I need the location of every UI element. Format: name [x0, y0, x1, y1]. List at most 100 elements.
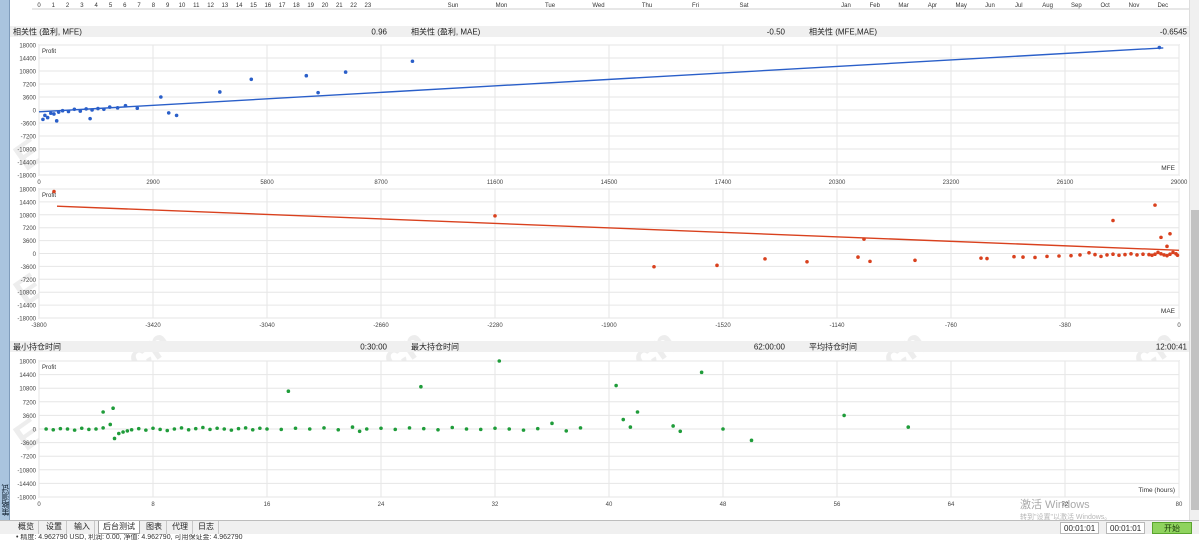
- month-tick-label: Nov: [1129, 3, 1140, 9]
- tab-backtest[interactable]: 后台测试: [98, 521, 140, 534]
- data-point: [1159, 235, 1163, 240]
- y-tick-label: -18000: [17, 317, 36, 323]
- data-point: [52, 189, 56, 194]
- data-point: [410, 59, 415, 64]
- data-point: [364, 427, 369, 431]
- x-tick-label: -2280: [487, 323, 503, 329]
- row-background: [10, 26, 1189, 37]
- data-point: [450, 425, 455, 430]
- x-tick-label: 56: [834, 502, 841, 508]
- y-tick-label: 18000: [19, 188, 36, 194]
- stat-label: 最大持仓时间: [411, 342, 459, 352]
- y-tick-label: -14400: [17, 482, 36, 488]
- data-point: [87, 427, 91, 432]
- x-tick-label: 14500: [601, 180, 618, 186]
- scrollbar-thumb[interactable]: [1191, 210, 1199, 510]
- hour-tick-label: 21: [336, 3, 343, 9]
- data-point: [393, 427, 398, 432]
- y-tick-label: -10800: [17, 291, 36, 297]
- data-point: [628, 425, 633, 429]
- data-point: [419, 384, 423, 389]
- data-point: [65, 427, 70, 431]
- tab-inputs[interactable]: 输入: [70, 521, 95, 534]
- y-tick-label: -14400: [17, 161, 36, 167]
- x-axis-label: MFE: [1161, 165, 1175, 172]
- data-point: [1129, 252, 1133, 256]
- x-tick-label: 16: [264, 502, 271, 508]
- data-point: [48, 111, 53, 116]
- tab-journal[interactable]: 日志: [194, 521, 219, 534]
- data-point: [66, 109, 71, 114]
- tab-overview[interactable]: 概览: [14, 521, 39, 534]
- x-tick-label: 48: [720, 502, 727, 508]
- x-tick-label: 0: [1177, 323, 1181, 329]
- data-point: [56, 110, 61, 114]
- data-point: [229, 428, 234, 432]
- data-point: [763, 257, 767, 261]
- vertical-scrollbar[interactable]: [1189, 0, 1199, 520]
- data-point: [464, 427, 469, 431]
- data-point: [1087, 250, 1091, 255]
- x-tick-label: 29000: [1171, 180, 1188, 186]
- elapsed-time: 00:01:01: [1060, 522, 1100, 534]
- x-tick-label: -2660: [373, 323, 389, 329]
- correlation-row: 相关性 (盈利, MFE) 0.96 相关性 (盈利, MAE) -0.50 相关性 (…: [10, 26, 1189, 37]
- data-point: [101, 410, 105, 414]
- data-point: [218, 90, 222, 94]
- data-point: [1012, 254, 1016, 259]
- holding-time-row: 最小持仓时间 0:30:00 最大持仓时间 62:00:00 平均持仓时间 12:00:4…: [10, 341, 1189, 352]
- y-tick-label: -3600: [21, 122, 37, 128]
- data-point: [208, 427, 212, 432]
- y-tick-label: 14400: [19, 200, 36, 206]
- tab-settings[interactable]: 设置: [42, 521, 67, 534]
- data-point: [1111, 252, 1115, 257]
- data-point: [123, 103, 128, 108]
- data-point: [94, 427, 98, 431]
- hour-tick-label: 8: [152, 3, 156, 9]
- data-point: [88, 116, 92, 121]
- data-point: [550, 421, 554, 426]
- data-point: [108, 422, 113, 427]
- hour-tick-label: 1: [52, 3, 56, 9]
- x-tick-label: -1520: [715, 323, 731, 329]
- stat-label: 相关性 (盈利, MFE): [13, 27, 82, 37]
- data-point: [78, 109, 83, 113]
- weekday-tick-label: Mon: [496, 3, 508, 9]
- data-point: [985, 256, 989, 261]
- month-tick-label: Oct: [1101, 3, 1111, 9]
- x-tick-label: 0: [37, 180, 41, 186]
- y-tick-label: 18000: [19, 44, 36, 50]
- data-point: [578, 426, 583, 430]
- y-tick-label: -7200: [21, 135, 37, 141]
- hour-tick-label: 2: [66, 3, 70, 9]
- data-point: [478, 427, 483, 432]
- side-panel-strip[interactable]: 策略测试: [0, 0, 10, 520]
- y-axis-label: Profit: [42, 365, 56, 371]
- data-point: [805, 259, 809, 264]
- data-point: [58, 426, 63, 431]
- start-button[interactable]: 开始: [1152, 522, 1192, 534]
- x-tick-label: -380: [1059, 323, 1072, 329]
- tab-graph[interactable]: 图表: [142, 521, 167, 534]
- data-point: [678, 429, 683, 434]
- y-tick-label: -7200: [21, 455, 37, 461]
- data-point: [90, 108, 94, 112]
- tester-tab-bar: 概览 设置 输入 后台测试 图表 代理 日志 00:01:01 00:01:01…: [0, 520, 1199, 534]
- hour-tick-label: 15: [250, 3, 257, 9]
- x-tick-label: 8700: [374, 180, 388, 186]
- data-point: [497, 359, 502, 363]
- weekday-tick-label: Sun: [448, 3, 459, 9]
- data-point: [222, 427, 227, 431]
- tab-agents[interactable]: 代理: [168, 521, 193, 534]
- data-point: [51, 427, 56, 432]
- month-tick-label: Apr: [928, 3, 937, 9]
- data-point: [1069, 253, 1073, 258]
- month-tick-label: Jan: [841, 3, 851, 9]
- data-point: [201, 425, 205, 430]
- y-tick-label: 18000: [19, 360, 36, 366]
- data-point: [166, 111, 171, 115]
- hour-tick-label: 11: [193, 3, 200, 9]
- y-tick-label: 14400: [19, 57, 36, 63]
- side-tab-title[interactable]: 策略测试: [0, 484, 10, 516]
- data-point: [862, 237, 866, 241]
